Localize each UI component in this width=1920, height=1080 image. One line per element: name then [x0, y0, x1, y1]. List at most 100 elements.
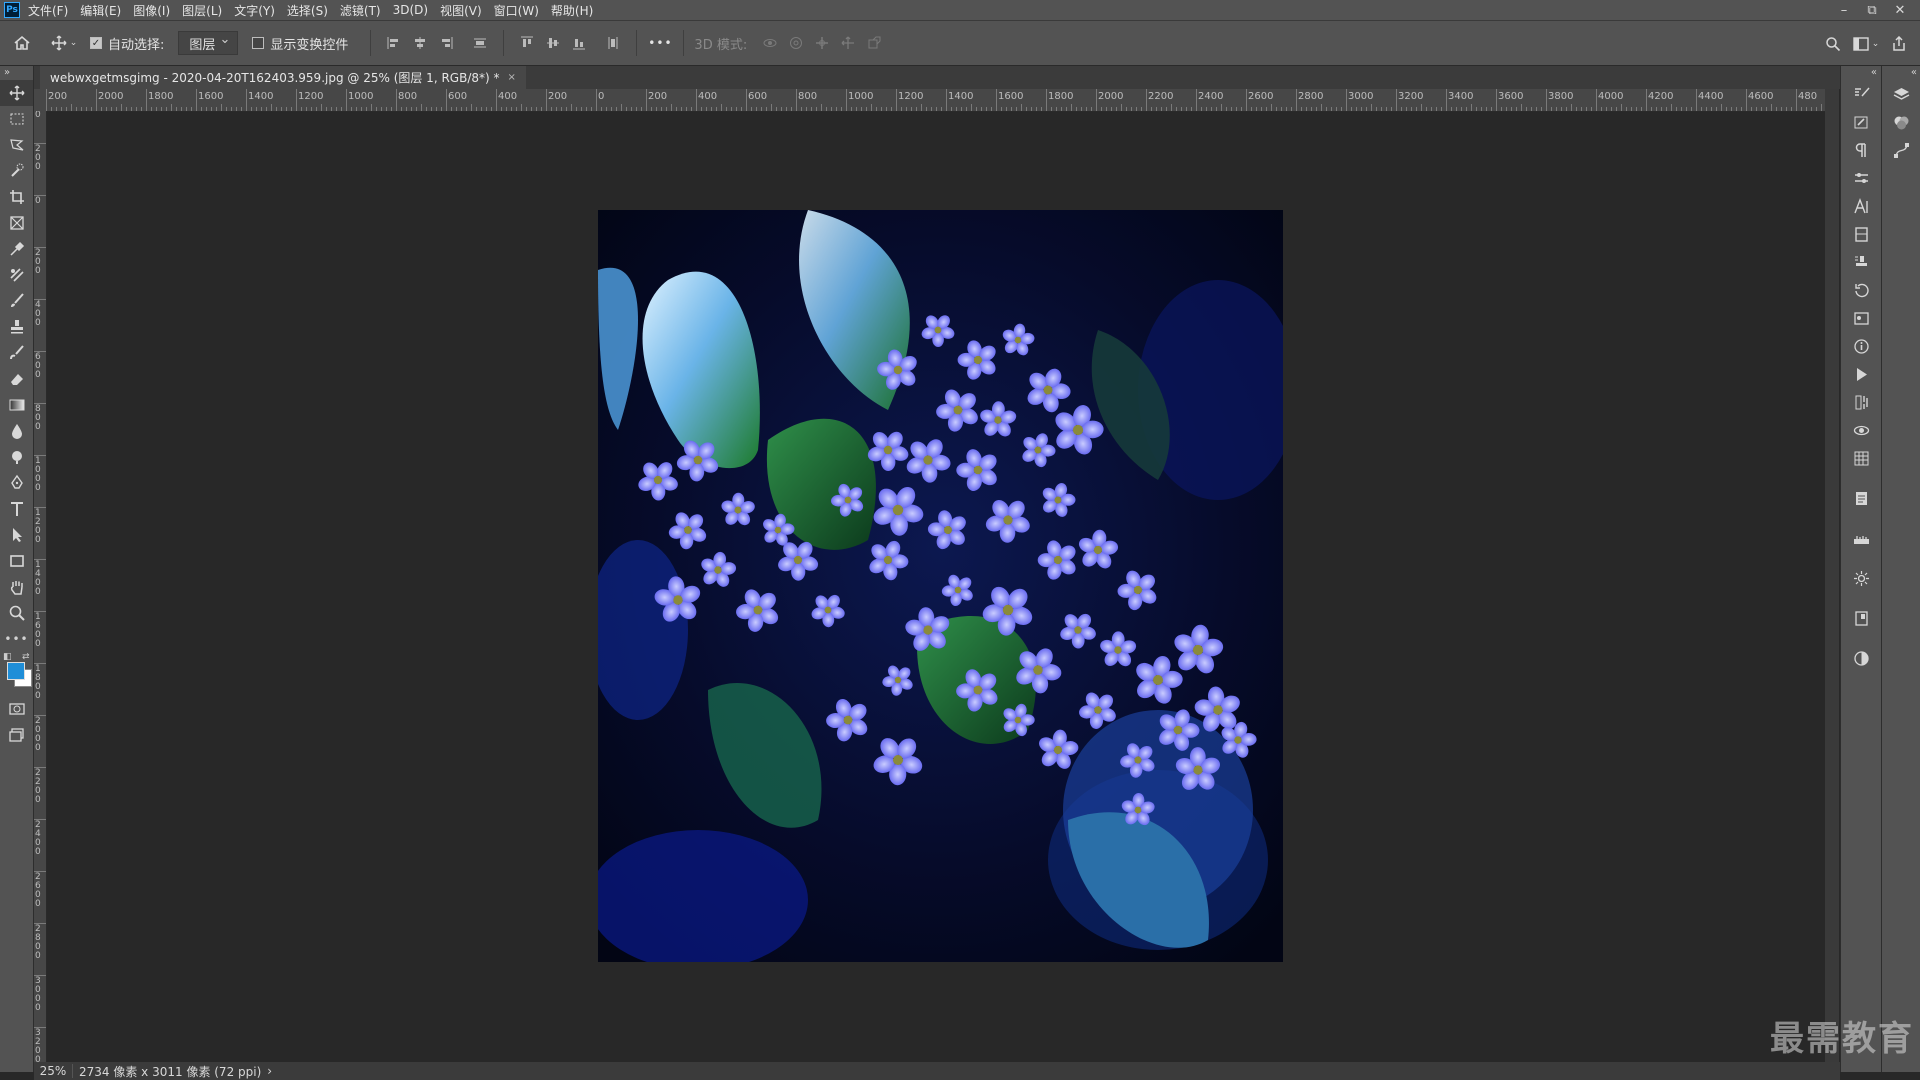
dock-clone-source[interactable]	[1841, 248, 1881, 276]
show-transform-option[interactable]: 显示变换控件	[252, 28, 348, 58]
menu-3d[interactable]: 3D(D)	[393, 3, 428, 17]
auto-select-option[interactable]: ✓ 自动选择:	[84, 28, 164, 58]
swap-colors-icon[interactable]: ⇄	[22, 652, 30, 662]
dock-tool-presets[interactable]	[1841, 304, 1881, 332]
tool-hand[interactable]	[0, 574, 33, 600]
tool-zoom[interactable]	[0, 600, 33, 626]
tool-brush[interactable]	[0, 288, 33, 314]
tool-path-select[interactable]	[0, 522, 33, 548]
menu-file[interactable]: 文件(F)	[28, 2, 68, 19]
menu-type[interactable]: 文字(Y)	[234, 2, 275, 19]
menu-window[interactable]: 窗口(W)	[494, 2, 539, 19]
3d-scale-button[interactable]	[861, 30, 887, 56]
collapse-dock-icon[interactable]: «	[1841, 66, 1881, 80]
horizontal-ruler[interactable]: 200 2000 1800 1600 1400 1200 1000 800 600 400 200 0…	[46, 89, 1825, 112]
tool-rectangle[interactable]	[0, 548, 33, 574]
foreground-color-swatch[interactable]	[7, 662, 25, 680]
menu-view[interactable]: 视图(V)	[440, 2, 482, 19]
search-button[interactable]	[1818, 29, 1848, 59]
tool-pen[interactable]	[0, 470, 33, 496]
dock-channels[interactable]	[1841, 388, 1881, 416]
3d-orbit-button[interactable]	[757, 30, 783, 56]
auto-select-target-dropdown[interactable]: 图层	[178, 31, 239, 55]
dock-measurement[interactable]	[1841, 524, 1881, 552]
align-hcenter-button[interactable]	[407, 30, 433, 56]
dock-paragraph[interactable]	[1841, 136, 1881, 164]
close-button[interactable]: ✕	[1886, 0, 1914, 20]
tool-healing[interactable]	[0, 262, 33, 288]
dock-libraries[interactable]	[1841, 220, 1881, 248]
dock-layer-comps[interactable]	[1841, 604, 1881, 632]
distribute-vertical-button[interactable]	[467, 30, 493, 56]
dock-info[interactable]	[1841, 332, 1881, 360]
tool-marquee[interactable]	[0, 106, 33, 132]
vertical-ruler[interactable]: 4 0 0 2 0 0 0 2 0 0 4 0 0 6 0 0 8 0 0 1 0 0 0 1 …	[34, 111, 47, 1062]
tool-history-brush[interactable]	[0, 340, 33, 366]
tool-frame[interactable]	[0, 210, 33, 236]
align-left-button[interactable]	[381, 30, 407, 56]
document-tab[interactable]: webwxgetmsgimg - 2020-04-20T162403.959.j…	[40, 66, 526, 89]
dock-history[interactable]	[1841, 276, 1881, 304]
minimize-button[interactable]: –	[1830, 0, 1858, 20]
tool-gradient[interactable]	[0, 392, 33, 418]
tool-crop[interactable]	[0, 184, 33, 210]
dock-layers[interactable]	[1882, 80, 1920, 108]
distribute-horizontal-button[interactable]	[600, 30, 626, 56]
tool-eraser[interactable]	[0, 366, 33, 392]
align-top-button[interactable]	[514, 30, 540, 56]
menu-layer[interactable]: 图层(L)	[182, 2, 222, 19]
vertical-scrollbar[interactable]	[1825, 89, 1839, 1062]
dock-navigator[interactable]	[1841, 564, 1881, 592]
canvas-area[interactable]	[47, 112, 1823, 1062]
tool-lasso[interactable]	[0, 132, 33, 158]
3d-pan-button[interactable]	[809, 30, 835, 56]
status-menu-arrow[interactable]: ›	[267, 1064, 272, 1078]
zoom-level[interactable]: 25%	[34, 1064, 73, 1078]
dock-actions[interactable]	[1841, 360, 1881, 388]
close-tab-icon[interactable]: ×	[508, 72, 516, 83]
collapse-toolbar-icon[interactable]: »	[0, 66, 33, 80]
tool-stamp[interactable]	[0, 314, 33, 340]
default-colors-icon[interactable]: ◧	[3, 652, 12, 662]
ruler-corner[interactable]	[34, 89, 46, 111]
tool-quick-select[interactable]	[0, 158, 33, 184]
workspace-switcher-button[interactable]: ⌄	[1848, 29, 1884, 59]
collapse-dock-icon[interactable]: «	[1882, 66, 1920, 80]
dock-paths[interactable]	[1882, 136, 1920, 164]
3d-slide-button[interactable]	[835, 30, 861, 56]
3d-roll-button[interactable]	[783, 30, 809, 56]
dock-notes[interactable]	[1841, 484, 1881, 512]
tool-eyedropper[interactable]	[0, 236, 33, 262]
align-right-button[interactable]	[433, 30, 459, 56]
dock-3d[interactable]	[1841, 416, 1881, 444]
menu-image[interactable]: 图像(I)	[133, 2, 170, 19]
share-button[interactable]	[1884, 29, 1914, 59]
move-tool-preset-button[interactable]: ⌄	[44, 28, 84, 58]
dock-color[interactable]	[1882, 108, 1920, 136]
more-options-button[interactable]: •••	[647, 28, 673, 58]
color-swatches[interactable]: ◧ ⇄	[0, 652, 33, 696]
dock-adjustments[interactable]	[1841, 644, 1881, 672]
auto-select-checkbox[interactable]: ✓	[90, 37, 102, 49]
dock-brushes[interactable]	[1841, 108, 1881, 136]
dock-timeline[interactable]	[1841, 444, 1881, 472]
restore-button[interactable]: ⧉	[1858, 0, 1886, 20]
align-vcenter-button[interactable]	[540, 30, 566, 56]
dock-character[interactable]	[1841, 192, 1881, 220]
tool-more[interactable]: •••	[0, 626, 33, 652]
tool-blur[interactable]	[0, 418, 33, 444]
dock-brush-settings[interactable]	[1841, 80, 1881, 108]
tool-dodge[interactable]	[0, 444, 33, 470]
tool-move[interactable]	[0, 80, 33, 106]
dock-properties[interactable]	[1841, 164, 1881, 192]
menu-select[interactable]: 选择(S)	[287, 2, 328, 19]
tool-quick-mask[interactable]	[0, 696, 33, 722]
menu-edit[interactable]: 编辑(E)	[80, 2, 121, 19]
document-image[interactable]	[598, 210, 1283, 962]
align-bottom-button[interactable]	[566, 30, 592, 56]
tool-screen-mode[interactable]	[0, 722, 33, 748]
menu-filter[interactable]: 滤镜(T)	[340, 2, 381, 19]
show-transform-checkbox[interactable]	[252, 37, 265, 49]
menu-help[interactable]: 帮助(H)	[551, 2, 593, 19]
tool-type[interactable]	[0, 496, 33, 522]
